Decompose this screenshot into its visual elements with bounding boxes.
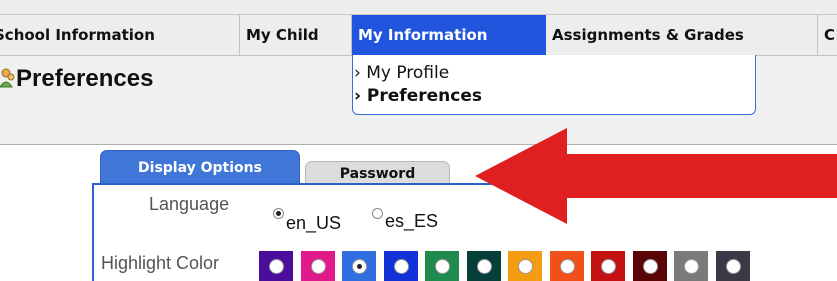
- highlight-color-radio[interactable]: [435, 259, 450, 274]
- submenu-item-my-profile[interactable]: › My Profile: [354, 63, 449, 83]
- language-option-es-es-label: es_ES: [385, 211, 439, 231]
- highlight-color-swatch[interactable]: [674, 251, 708, 281]
- page-title: Preferences: [16, 65, 154, 92]
- highlight-color-radio[interactable]: [477, 259, 492, 274]
- highlight-color-radio[interactable]: [726, 259, 741, 274]
- highlight-color-radio[interactable]: [560, 259, 575, 274]
- tab-assignments-grades[interactable]: Assignments & Grades: [546, 15, 818, 55]
- tab-display-options[interactable]: Display Options: [100, 150, 300, 185]
- highlight-color-radio[interactable]: [601, 259, 616, 274]
- highlight-color-radio[interactable]: [394, 259, 409, 274]
- language-label: Language: [149, 194, 230, 214]
- highlight-color-label: Highlight Color: [101, 253, 220, 273]
- highlight-color-swatch[interactable]: [550, 251, 584, 281]
- tab-my-information[interactable]: My Information: [352, 15, 546, 55]
- top-navigation-bar: School Information My Child My Informati…: [0, 0, 837, 56]
- highlight-color-swatch[interactable]: [591, 251, 625, 281]
- highlight-color-swatch[interactable]: [301, 251, 335, 281]
- highlight-color-swatch[interactable]: [633, 251, 667, 281]
- highlight-color-swatch[interactable]: [342, 251, 376, 281]
- submenu-item-preferences[interactable]: › Preferences: [354, 86, 482, 106]
- language-radio-es-es[interactable]: [372, 208, 383, 219]
- highlight-color-radio[interactable]: [269, 259, 284, 274]
- highlight-color-swatch[interactable]: [467, 251, 501, 281]
- highlight-color-radio[interactable]: [352, 259, 367, 274]
- highlight-color-radio[interactable]: [311, 259, 326, 274]
- highlight-color-radio[interactable]: [643, 259, 658, 274]
- language-option-en-us-label: en_US: [286, 213, 342, 233]
- highlight-color-swatch[interactable]: [384, 251, 418, 281]
- my-information-submenu: › My Profile › Preferences: [352, 55, 756, 115]
- tab-partial[interactable]: C: [818, 15, 837, 55]
- user-icon: [0, 67, 16, 93]
- tab-password[interactable]: Password: [305, 161, 450, 185]
- highlight-color-swatch[interactable]: [508, 251, 542, 281]
- highlight-color-swatch[interactable]: [259, 251, 293, 281]
- tab-my-child[interactable]: My Child: [240, 15, 352, 55]
- highlight-color-swatch[interactable]: [425, 251, 459, 281]
- tab-school-information[interactable]: School Information: [0, 15, 240, 55]
- language-radio-en-us[interactable]: [273, 208, 284, 219]
- red-arrow-annotation: [475, 128, 837, 224]
- highlight-color-swatch[interactable]: [716, 251, 750, 281]
- highlight-color-radio[interactable]: [684, 259, 699, 274]
- highlight-color-radio[interactable]: [518, 259, 533, 274]
